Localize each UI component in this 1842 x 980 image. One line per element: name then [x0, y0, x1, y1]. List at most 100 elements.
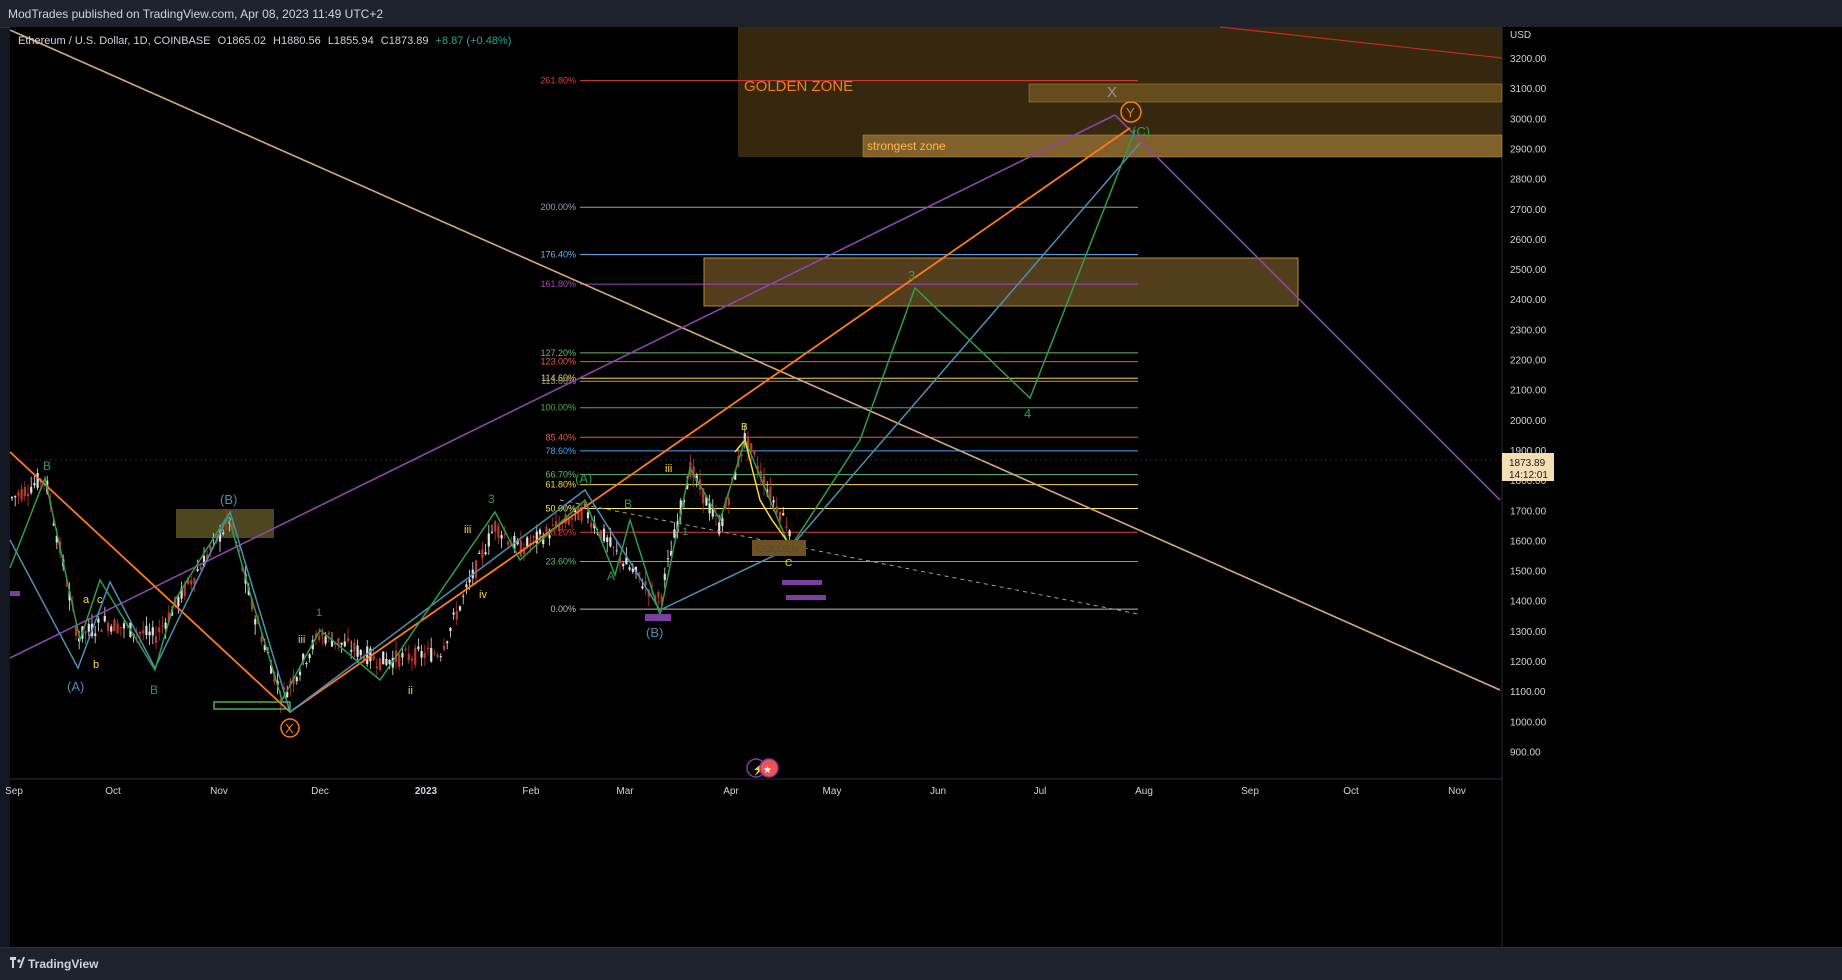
wave-iii-label-jan: iii [464, 524, 471, 536]
candle-body [439, 656, 442, 658]
candle-body [538, 529, 542, 535]
candle-body [503, 533, 506, 535]
candle-body [449, 627, 452, 632]
open-value: O1865.02 [217, 35, 266, 47]
footer-bar: TradingView [0, 947, 1842, 980]
candle-body [468, 579, 471, 583]
purple-edge-marker [10, 591, 20, 596]
candle-body [721, 518, 724, 527]
price-tick-label: 2100.00 [1510, 386, 1547, 397]
fib-level-label: 23.60% [545, 557, 576, 567]
orange-wave-path[interactable] [9, 127, 1131, 714]
price-tick-label: 1600.00 [1510, 536, 1547, 547]
candle-body [100, 629, 103, 633]
bar-countdown: 14:12:01 [1509, 470, 1548, 481]
candle-body [458, 606, 462, 611]
candle-body [785, 526, 788, 529]
candle-body [494, 521, 497, 532]
price-chart[interactable]: USD GOLDEN ZONE strongest zone 261.80%20… [0, 0, 1842, 979]
candle-body [151, 627, 154, 636]
time-tick-label: Aug [1135, 786, 1153, 797]
candle-body [423, 653, 426, 658]
a-wave-label-feb: (A) [575, 471, 592, 486]
change-value: +8.87 (+0.48%) [435, 35, 512, 47]
candle-body [154, 636, 158, 643]
blue-wave-path[interactable] [9, 142, 1141, 714]
fib-level-label: 123.00% [540, 357, 576, 367]
candle-body [586, 512, 590, 519]
candle-body [26, 493, 30, 497]
purple-projection-line[interactable] [1114, 114, 1501, 501]
candle-body [116, 623, 119, 634]
price-tick-label: 2700.00 [1510, 205, 1547, 216]
candle-body [103, 615, 106, 622]
candle-body [609, 537, 612, 547]
wave-3-label: 3 [908, 268, 915, 283]
strongest-zone-box[interactable] [862, 134, 1503, 158]
green-b-top-label: B [43, 459, 51, 473]
price-tick-label: 1700.00 [1510, 506, 1547, 517]
candle-body [148, 631, 151, 636]
c-wave-label: (C) [1132, 124, 1150, 139]
price-scale-panel[interactable] [1502, 27, 1842, 947]
purple-channel-line[interactable] [9, 114, 1116, 659]
candle-body [33, 482, 36, 486]
price-tick-label: 900.00 [1510, 747, 1541, 758]
candle-body [506, 541, 510, 545]
footer-brand[interactable]: TradingView [28, 957, 98, 971]
symbol-name: Ethereum / U.S. Dollar, 1D, COINBASE [18, 35, 211, 47]
candle-body [430, 648, 433, 662]
price-tick-label: 1500.00 [1510, 567, 1547, 578]
candle-body [442, 645, 446, 650]
candle-body [526, 537, 529, 547]
high-value: H1880.56 [273, 35, 321, 47]
candle-body [782, 513, 785, 516]
wave-iv-label: iv [479, 589, 487, 601]
price-tick-label: 3200.00 [1510, 54, 1547, 65]
wave-4-label: 4 [1024, 406, 1031, 421]
time-tick-label: Feb [522, 786, 540, 797]
candle-body [385, 658, 388, 665]
candlesticks[interactable] [10, 424, 791, 714]
resistance-zone-box[interactable] [703, 257, 1299, 307]
fib-level-label: 261.80% [540, 76, 576, 86]
upper-target-zone[interactable] [1028, 83, 1503, 103]
price-tick-label: 2500.00 [1510, 265, 1547, 276]
candle-body [138, 631, 142, 634]
candle-body [404, 648, 407, 651]
golden-mini-label: GOLDEN [756, 544, 798, 555]
price-tick-label: 2900.00 [1510, 144, 1547, 155]
candle-body [254, 619, 257, 625]
b-wave-label-nov: (B) [220, 492, 237, 507]
candle-body [190, 580, 193, 585]
time-tick-label: Oct [105, 786, 121, 797]
candle-body [161, 625, 164, 627]
x-wave-label: X [285, 721, 294, 736]
wave-b-small-label: b [93, 659, 99, 671]
candle-body [142, 630, 145, 634]
candle-body [398, 654, 401, 667]
time-tick-label: Apr [723, 786, 739, 797]
candle-body [356, 645, 359, 657]
candle-body [97, 618, 100, 623]
candle-body [20, 489, 23, 500]
wave-iii-label-mar: iii [665, 463, 672, 475]
candle-body [401, 652, 404, 658]
price-tick-label: 2800.00 [1510, 175, 1547, 186]
candle-body [222, 532, 225, 535]
candle-body [718, 522, 721, 535]
candle-body [318, 635, 321, 640]
wave-iii-label-dec: iii [298, 634, 305, 646]
candle-body [727, 497, 730, 506]
candle-body [388, 660, 391, 665]
candle-body [375, 666, 378, 669]
fib-level-label: 100.00% [540, 403, 576, 413]
green-wave-path[interactable] [9, 129, 1136, 702]
time-tick-label: May [823, 786, 842, 797]
price-tick-label: 1400.00 [1510, 597, 1547, 608]
candle-body [465, 584, 468, 588]
candle-body [628, 567, 631, 570]
b-peak-label: B [741, 422, 748, 433]
dashed-support-line[interactable] [559, 499, 1139, 615]
low-value: L1855.94 [327, 35, 374, 47]
